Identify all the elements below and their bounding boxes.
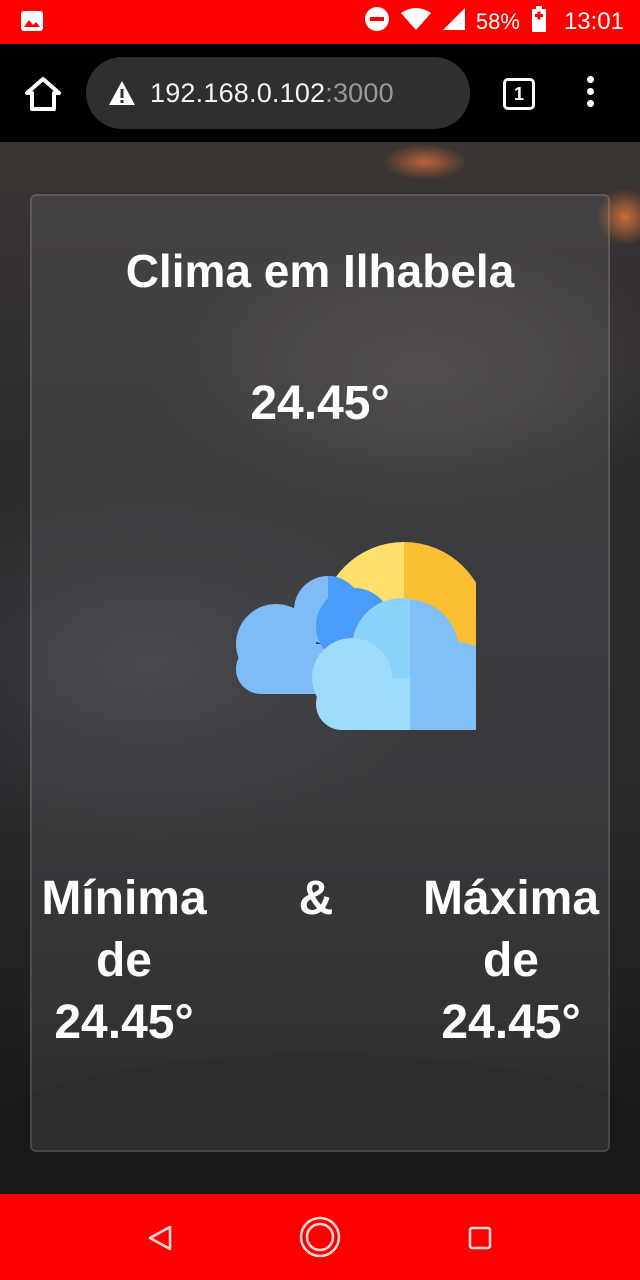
url-port: :3000 xyxy=(325,77,394,108)
minimum-temperature: Mínima de 24.45° xyxy=(34,868,214,1054)
max-label-2: de xyxy=(482,934,539,987)
maximum-temperature: Máxima de 24.45° xyxy=(416,868,606,1054)
home-circle-icon[interactable] xyxy=(298,1215,342,1259)
max-value: 24.45° xyxy=(441,996,581,1049)
max-label-1: Máxima xyxy=(422,872,600,925)
status-bar: 58% 13:01 xyxy=(0,0,640,44)
warning-icon[interactable] xyxy=(108,80,136,106)
browser-toolbar: 192.168.0.102:3000 1 xyxy=(0,44,640,142)
current-temperature: 24.45° xyxy=(250,377,390,430)
home-icon[interactable] xyxy=(24,76,62,112)
back-icon[interactable] xyxy=(146,1224,174,1252)
tab-count: 1 xyxy=(513,83,524,104)
page-title: Clima em Ilhabela xyxy=(125,245,515,297)
url-bar[interactable]: 192.168.0.102:3000 xyxy=(86,57,470,129)
min-label-2: de xyxy=(95,934,152,987)
status-icons: 58% 13:01 xyxy=(364,0,624,44)
clock: 13:01 xyxy=(563,8,624,35)
wifi-icon xyxy=(400,7,432,38)
tabs-button[interactable]: 1 xyxy=(503,78,535,110)
battery-icon xyxy=(531,5,546,39)
partly-cloudy-icon xyxy=(206,538,503,738)
signal-icon xyxy=(442,7,466,38)
do-not-disturb-icon xyxy=(364,6,390,39)
image-notification-icon xyxy=(20,10,44,37)
separator: & xyxy=(298,872,334,925)
battery-percentage: 58% xyxy=(475,9,520,34)
recent-apps-icon[interactable] xyxy=(468,1226,492,1250)
navigation-bar xyxy=(0,1194,640,1280)
menu-icon[interactable] xyxy=(581,76,599,108)
min-value: 24.45° xyxy=(54,996,194,1049)
weather-card: Clima em Ilhabela 24.45° Mínima de 24.45… xyxy=(30,194,610,1152)
url-text[interactable]: 192.168.0.102:3000 xyxy=(150,78,394,109)
url-host: 192.168.0.102 xyxy=(150,77,326,108)
min-label-1: Mínima xyxy=(41,872,207,925)
